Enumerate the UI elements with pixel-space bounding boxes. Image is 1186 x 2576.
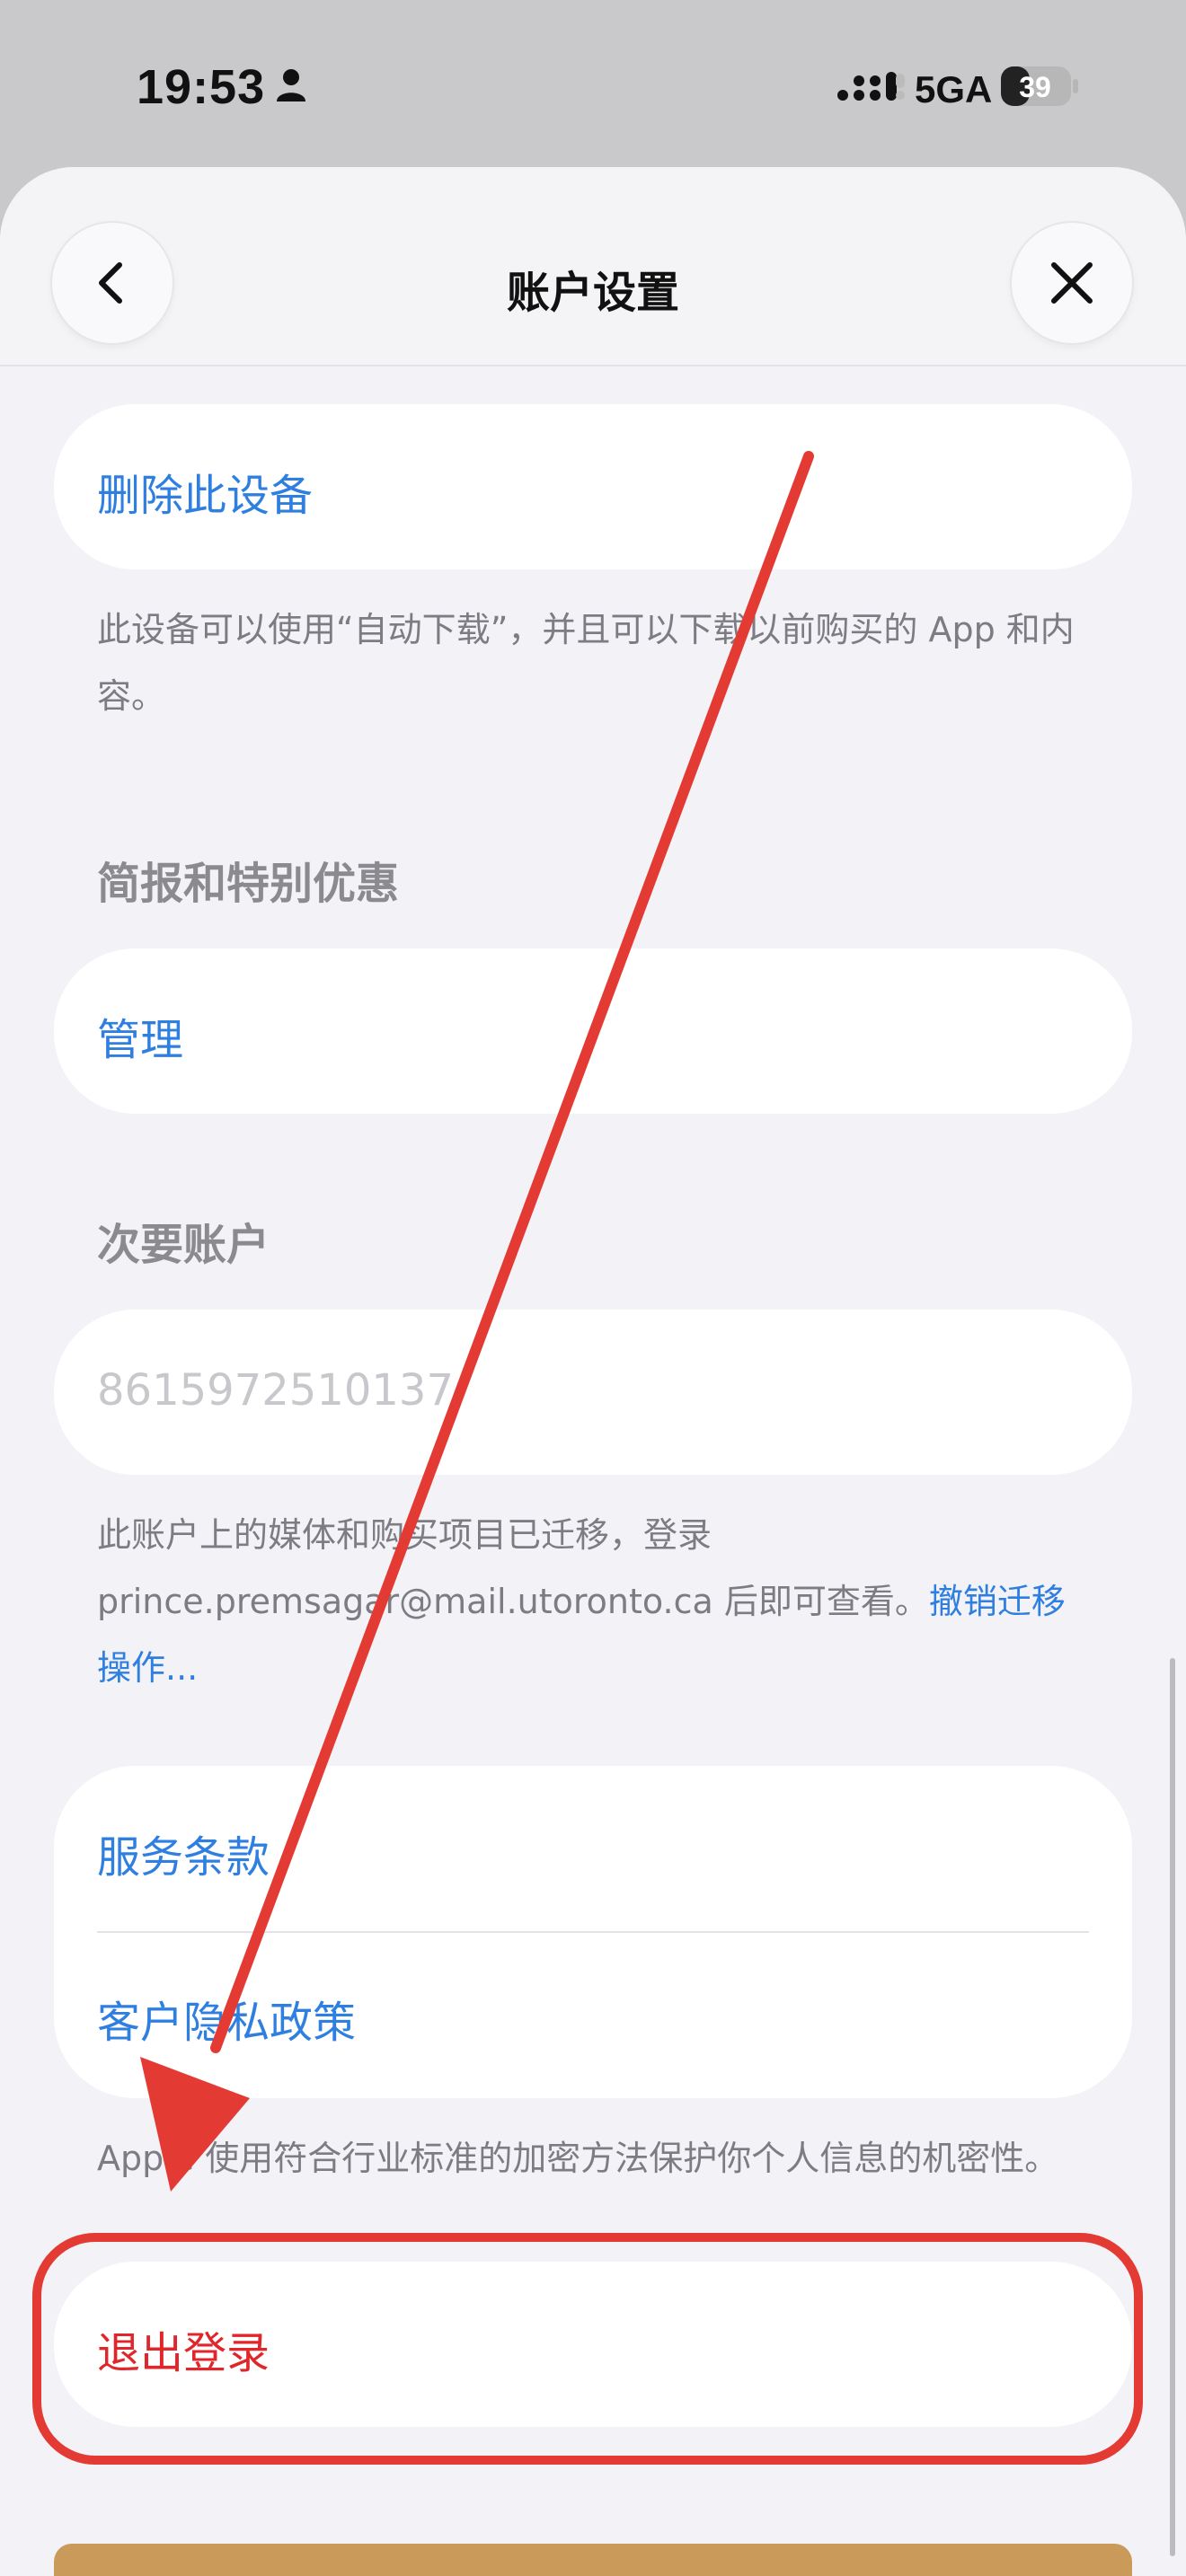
annotation-arrow-icon [140,451,814,2192]
